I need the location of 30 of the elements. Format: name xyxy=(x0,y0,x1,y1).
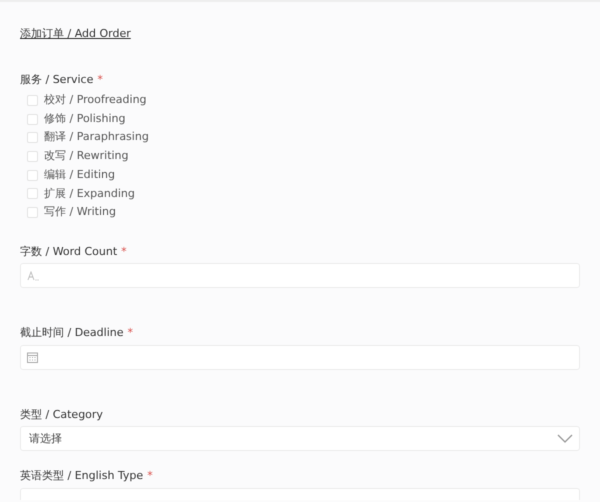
field-label: 截止时间 / Deadline xyxy=(20,325,124,342)
deadline-field[interactable] xyxy=(20,344,580,370)
checkbox-label: 翻译 / Paraphrasing xyxy=(44,129,149,146)
checkbox-label: 写作 / Writing xyxy=(44,204,116,220)
checkbox-label: 扩展 / Expanding xyxy=(44,186,135,202)
checkbox[interactable] xyxy=(27,170,38,181)
required-mark: * xyxy=(121,244,127,258)
text-icon xyxy=(27,270,39,281)
field-label: 字数 / Word Count xyxy=(20,244,118,260)
checkbox-label: 编辑 / Editing xyxy=(44,166,116,183)
checkbox[interactable] xyxy=(27,188,38,200)
checkbox[interactable] xyxy=(27,206,38,218)
checkbox-label: 修饰 / Polishing xyxy=(44,110,126,127)
page-title: 添加订单 / Add Order xyxy=(20,26,131,42)
calendar-icon xyxy=(27,352,38,363)
chevron-down-icon xyxy=(557,434,573,444)
required-mark: * xyxy=(97,72,103,86)
field-label: 服务 / Service xyxy=(20,72,94,88)
word-count-field[interactable] xyxy=(20,263,580,288)
checkbox[interactable] xyxy=(27,94,38,106)
checkbox-label: 校对 / Proofreading xyxy=(44,92,147,108)
required-mark: * xyxy=(147,469,153,482)
field-label: 英语类型 / English Type xyxy=(20,468,144,484)
required-mark: * xyxy=(128,326,134,340)
checkbox[interactable] xyxy=(27,132,38,144)
checkbox-label: 改写 / Rewriting xyxy=(44,148,129,164)
checkbox[interactable] xyxy=(27,150,38,162)
checkbox[interactable] xyxy=(27,114,38,125)
select-field[interactable]: 请选择 xyxy=(20,426,580,452)
field-label: 类型 / Category xyxy=(20,406,103,423)
